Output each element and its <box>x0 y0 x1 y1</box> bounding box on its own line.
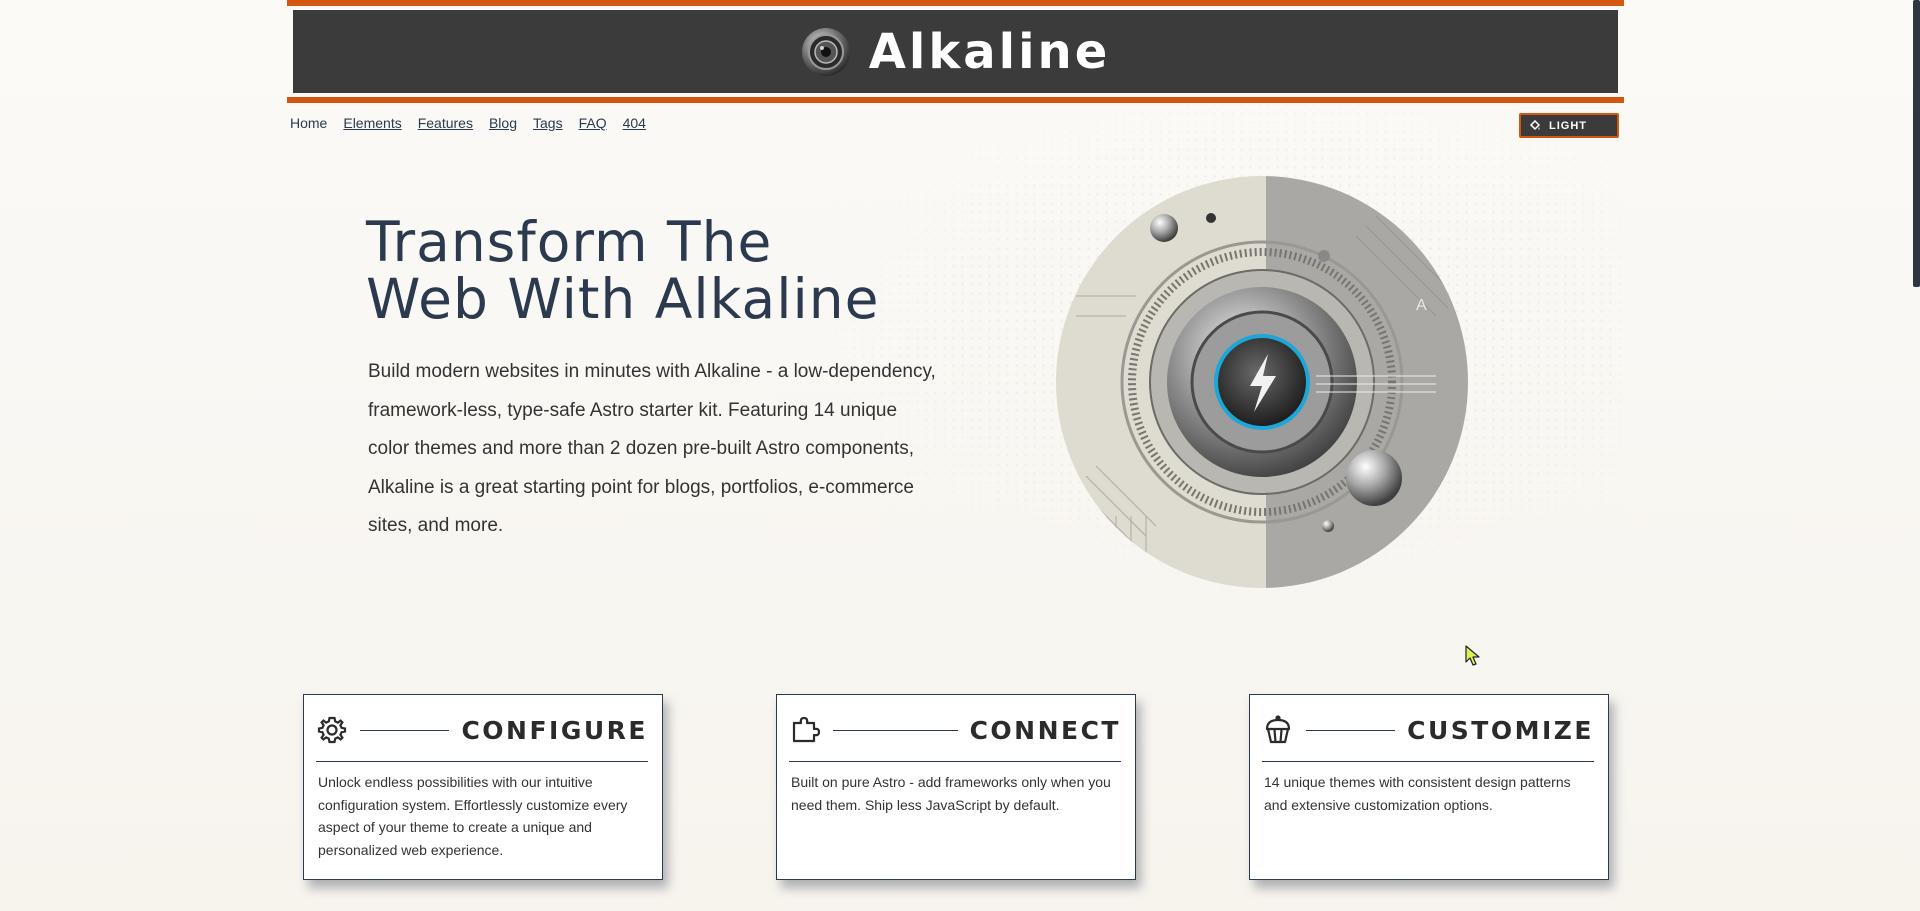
card-title: CUSTOMIZE <box>1407 715 1594 745</box>
nav-features[interactable]: Features <box>418 115 473 131</box>
header-bar: Alkaline <box>293 10 1618 93</box>
header-bottom-border <box>287 97 1624 103</box>
theme-toggle-label: LIGHT <box>1549 119 1587 132</box>
main-nav: Home Elements Features Blog Tags FAQ 404 <box>290 115 646 131</box>
card-header: CONFIGURE <box>316 711 648 749</box>
site-header: Alkaline <box>287 0 1624 104</box>
hero-description: Build modern websites in minutes with Al… <box>368 361 936 536</box>
svg-text:A: A <box>1416 297 1427 314</box>
feature-card-configure: CONFIGURE Unlock endless possibilities w… <box>303 694 663 880</box>
nav-elements[interactable]: Elements <box>343 115 401 131</box>
theme-toggle-button[interactable]: LIGHT <box>1519 113 1619 138</box>
card-divider-line <box>360 729 450 731</box>
cupcake-icon <box>1265 715 1291 744</box>
feature-card-connect: CONNECT Built on pure Astro - add framew… <box>776 694 1136 880</box>
feature-card-customize: CUSTOMIZE 14 unique themes with consiste… <box>1249 694 1609 880</box>
card-rule <box>789 761 1121 762</box>
hero-title-line2: Web With Alkaline <box>366 267 880 331</box>
card-rule <box>316 761 648 762</box>
card-divider-line <box>1306 729 1396 731</box>
card-text: Unlock endless possibilities with our in… <box>318 774 628 858</box>
hero-title: Transform The Web With Alkaline <box>366 214 880 328</box>
hero-title-line1: Transform The <box>366 210 773 274</box>
mouse-cursor-icon <box>1465 645 1480 666</box>
brand-name[interactable]: Alkaline <box>869 24 1111 80</box>
camera-lens-icon[interactable] <box>801 27 851 77</box>
hero-image: A <box>1056 176 1468 588</box>
paint-bucket-icon <box>1529 119 1541 130</box>
card-header: CONNECT <box>789 711 1121 749</box>
nav-tags[interactable]: Tags <box>533 115 563 131</box>
puzzle-piece-icon <box>792 716 821 743</box>
card-title: CONNECT <box>969 715 1121 745</box>
card-title: CONFIGURE <box>461 715 648 745</box>
nav-404[interactable]: 404 <box>623 115 646 131</box>
card-text: Built on pure Astro - add frameworks onl… <box>791 774 1111 813</box>
card-header: CUSTOMIZE <box>1262 711 1594 749</box>
gear-icon <box>317 716 347 744</box>
nav-home[interactable]: Home <box>290 115 327 131</box>
card-divider-line <box>833 729 958 731</box>
header-top-border <box>287 0 1624 6</box>
card-text: 14 unique themes with consistent design … <box>1264 774 1571 813</box>
scrollbar-thumb[interactable] <box>1913 0 1920 287</box>
nav-blog[interactable]: Blog <box>489 115 517 131</box>
card-rule <box>1262 761 1594 762</box>
nav-faq[interactable]: FAQ <box>579 115 607 131</box>
